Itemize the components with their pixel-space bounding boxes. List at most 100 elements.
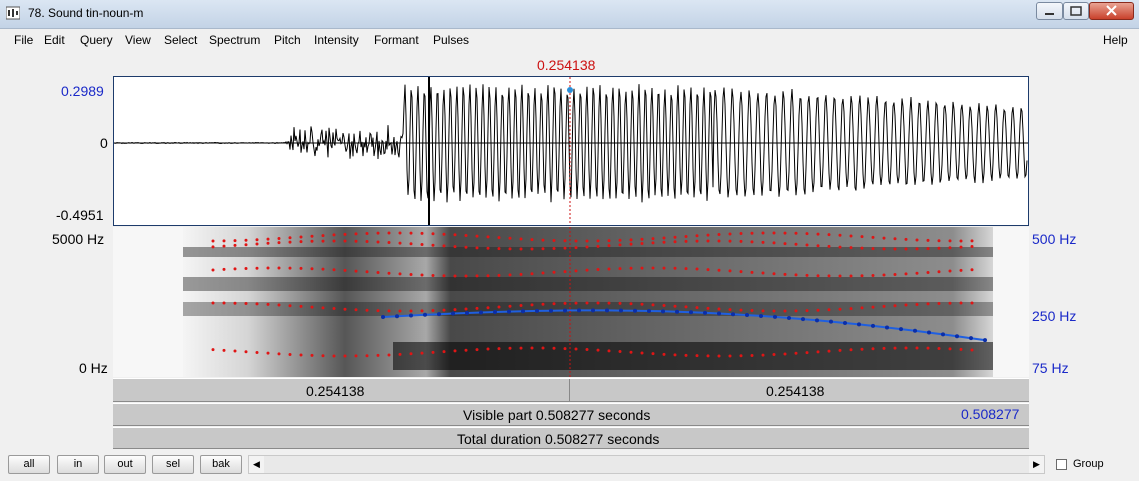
formant-dot (234, 244, 237, 247)
zoom-back-button[interactable]: bak (200, 455, 242, 474)
scroll-right-icon[interactable]: ▶ (1029, 456, 1044, 473)
formant-dot (399, 232, 402, 235)
formant-dot (454, 274, 457, 277)
formant-dot (476, 274, 479, 277)
formant-dot (663, 267, 666, 270)
formant-dot (696, 234, 699, 237)
formant-dot (421, 352, 424, 355)
formant-dot (300, 354, 303, 357)
maximize-icon (1064, 3, 1088, 19)
waveform-ymin-label: -0.4951 (56, 207, 103, 223)
formant-dot (806, 309, 809, 312)
pitch-bottom-label: 75 Hz (1032, 360, 1069, 376)
pitch-point (955, 334, 959, 338)
formant-dot (751, 240, 754, 243)
formant-dot (278, 267, 281, 270)
waveform-panel[interactable] (113, 76, 1029, 226)
menu-edit[interactable]: Edit (44, 33, 65, 47)
zoom-sel-button[interactable]: sel (152, 455, 194, 474)
formant-dot (685, 354, 688, 357)
formant-dot (586, 348, 589, 351)
menu-select[interactable]: Select (164, 33, 197, 47)
formant-dot (509, 273, 512, 276)
formant-dot (619, 239, 622, 242)
menu-spectrum[interactable]: Spectrum (209, 33, 260, 47)
formant-dot (421, 274, 424, 277)
formant-dot (828, 274, 831, 277)
formant-dot (454, 245, 457, 248)
formant-dot (366, 270, 369, 273)
menu-help[interactable]: Help (1103, 33, 1128, 47)
formant-dot (509, 247, 512, 250)
formant-dot (762, 354, 765, 357)
formant-dot (630, 243, 633, 246)
formant-dot (663, 236, 666, 239)
formant-dot (619, 350, 622, 353)
formant-dot (872, 247, 875, 250)
title-bar: 78. Sound tin-noun-m (0, 0, 1139, 29)
zoom-all-button[interactable]: all (8, 455, 50, 474)
menu-formant[interactable]: Formant (374, 33, 419, 47)
menu-query[interactable]: Query (80, 33, 113, 47)
formant-dot (278, 352, 281, 355)
formant-dot (718, 354, 721, 357)
left-duration[interactable]: 0.254138 (306, 383, 364, 399)
formant-dot (564, 239, 567, 242)
horizontal-scrollbar[interactable]: ◀ ▶ (248, 455, 1045, 474)
pitch-point (787, 316, 791, 320)
formant-dot (872, 236, 875, 239)
pitch-point (633, 309, 637, 313)
formant-dot (971, 239, 974, 242)
group-checkbox[interactable] (1056, 459, 1067, 470)
menu-pitch[interactable]: Pitch (274, 33, 301, 47)
formant-dot (608, 349, 611, 352)
scroll-left-icon[interactable]: ◀ (249, 456, 264, 473)
formant-dot (553, 239, 556, 242)
zoom-in-button[interactable]: in (57, 455, 99, 474)
menu-intensity[interactable]: Intensity (314, 33, 359, 47)
formant-dot (839, 274, 842, 277)
formant-dot (344, 308, 347, 311)
zoom-out-button[interactable]: out (104, 455, 146, 474)
formant-dot (828, 350, 831, 353)
window-title: 78. Sound tin-noun-m (28, 6, 143, 20)
formant-dot (443, 309, 446, 312)
formant-dot (289, 241, 292, 244)
formant-dot (355, 308, 358, 311)
pitch-point (731, 312, 735, 316)
pitch-point (703, 311, 707, 315)
visible-part-bar[interactable]: Visible part 0.508277 seconds (113, 403, 1029, 426)
pitch-point (563, 309, 567, 313)
formant-dot (344, 233, 347, 236)
pitch-point (941, 332, 945, 336)
formant-dot (487, 235, 490, 238)
formant-dot (663, 304, 666, 307)
formant-dot (762, 309, 765, 312)
formant-dot (905, 304, 908, 307)
formant-dot (905, 347, 908, 350)
formant-dot (674, 236, 677, 239)
formant-dot (520, 347, 523, 350)
minimize-button[interactable] (1036, 2, 1063, 20)
menu-pulses[interactable]: Pulses (433, 33, 469, 47)
menu-view[interactable]: View (125, 33, 151, 47)
formant-dot (795, 352, 798, 355)
formant-dot (641, 242, 644, 245)
duration-divider (569, 379, 570, 401)
formant-dot (806, 274, 809, 277)
pitch-point (465, 311, 469, 315)
spectrogram-panel[interactable] (113, 227, 1029, 377)
formant-dot (806, 351, 809, 354)
formant-dot (652, 303, 655, 306)
formant-dot (949, 270, 952, 273)
formant-dot (377, 240, 380, 243)
formant-dot (641, 238, 644, 241)
formant-dot (762, 272, 765, 275)
formant-dot (344, 240, 347, 243)
formant-dot (850, 274, 853, 277)
maximize-button[interactable] (1063, 2, 1089, 20)
close-button[interactable] (1089, 2, 1134, 20)
total-duration-bar[interactable]: Total duration 0.508277 seconds (113, 427, 1029, 449)
right-duration[interactable]: 0.254138 (766, 383, 824, 399)
menu-file[interactable]: File (14, 33, 33, 47)
